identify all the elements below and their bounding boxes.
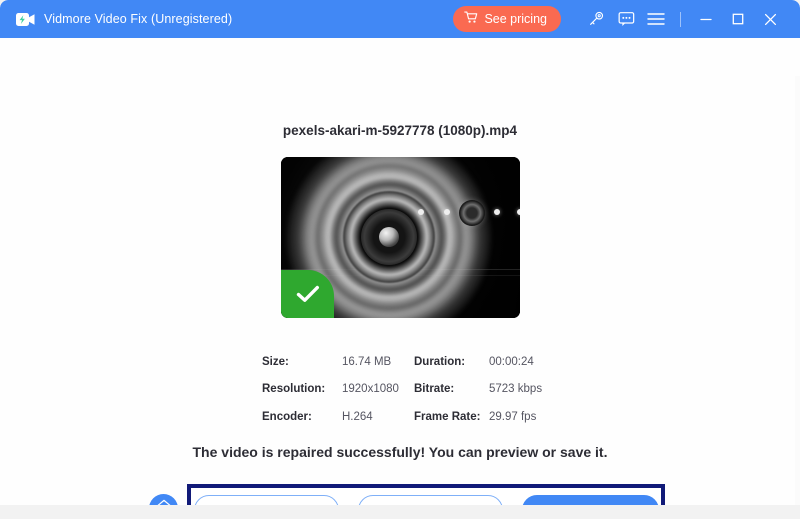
success-message: The video is repaired successfully! You …: [0, 444, 800, 460]
feedback-chat-icon[interactable]: [611, 4, 641, 34]
resolution-value: 1920x1080: [342, 383, 414, 395]
file-name-label: pexels-akari-m-5927778 (1080p).mp4: [0, 123, 800, 138]
preview-label: Preview: [409, 503, 452, 505]
see-pricing-label: See pricing: [484, 12, 547, 26]
size-label: Size:: [262, 356, 342, 368]
save-label: Save: [576, 503, 603, 505]
encoder-value: H.264: [342, 411, 414, 423]
size-value: 16.74 MB: [342, 356, 414, 368]
hamburger-menu-icon[interactable]: [641, 4, 671, 34]
repair-other-videos-label: Repair Other Videos: [212, 503, 321, 505]
action-button-row: Repair Other Videos Preview Save: [191, 488, 661, 505]
save-button[interactable]: Save: [522, 495, 659, 505]
metadata-row: Resolution: 1920x1080 Bitrate: 5723 kbps: [262, 376, 562, 404]
bitrate-value: 5723 kbps: [489, 383, 559, 395]
title-bar-left: Vidmore Video Fix (Unregistered): [0, 12, 232, 27]
encoder-label: Encoder:: [262, 411, 342, 423]
framerate-value: 29.97 fps: [489, 411, 559, 423]
application-window: Vidmore Video Fix (Unregistered) See pri…: [0, 0, 800, 505]
framerate-label: Frame Rate:: [414, 411, 489, 423]
video-thumbnail[interactable]: [281, 157, 520, 318]
duration-label: Duration:: [414, 356, 489, 368]
minimize-button[interactable]: [690, 4, 722, 34]
home-button[interactable]: [149, 494, 178, 505]
maximize-button[interactable]: [722, 4, 754, 34]
metadata-table: Size: 16.74 MB Duration: 00:00:24 Resolu…: [262, 348, 562, 431]
window-title: Vidmore Video Fix (Unregistered): [44, 12, 232, 26]
resolution-label: Resolution:: [262, 383, 342, 395]
metadata-row: Size: 16.74 MB Duration: 00:00:24: [262, 348, 562, 376]
close-button[interactable]: [754, 4, 786, 34]
see-pricing-button[interactable]: See pricing: [453, 6, 561, 32]
title-bar-right: See pricing: [453, 4, 800, 34]
titlebar-divider: [680, 12, 681, 27]
main-content: pexels-akari-m-5927778 (1080p).mp4: [0, 38, 800, 505]
bitrate-label: Bitrate:: [414, 383, 489, 395]
green-check-badge: [281, 270, 334, 318]
preview-button[interactable]: Preview: [358, 495, 503, 505]
duration-value: 00:00:24: [489, 356, 559, 368]
title-bar: Vidmore Video Fix (Unregistered) See pri…: [0, 0, 800, 38]
key-icon[interactable]: [581, 4, 611, 34]
metadata-row: Encoder: H.264 Frame Rate: 29.97 fps: [262, 403, 562, 431]
repair-other-videos-button[interactable]: Repair Other Videos: [194, 495, 339, 505]
shopping-cart-icon: [464, 11, 478, 27]
action-buttons-highlight: Repair Other Videos Preview Save: [187, 484, 665, 505]
scrollbar-track[interactable]: [795, 76, 800, 505]
video-camera-lightning-icon: [16, 12, 35, 27]
home-icon: [156, 498, 172, 505]
